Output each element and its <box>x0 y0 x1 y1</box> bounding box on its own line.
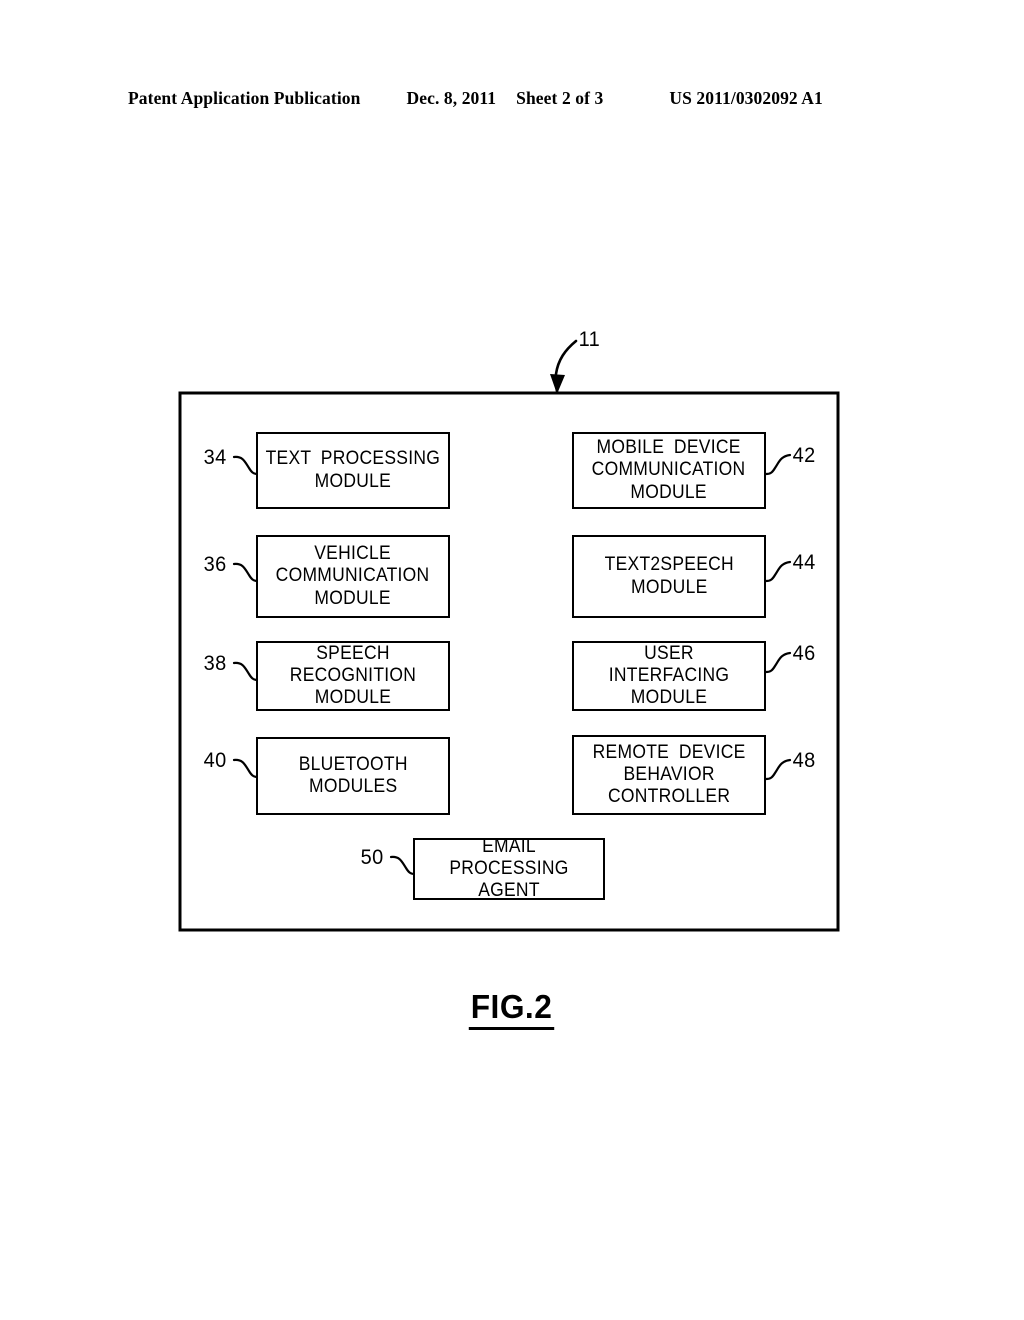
module-label-speech-recognition: SPEECH RECOGNITION MODULE <box>289 642 417 709</box>
leader-line-36 <box>232 562 260 583</box>
module-label-remote-device-behavior-controller: REMOTE DEVICE BEHAVIOR CONTROLLER <box>592 741 746 808</box>
module-box-remote-device-behavior-controller[interactable]: REMOTE DEVICE BEHAVIOR CONTROLLER <box>572 735 766 815</box>
module-label-bluetooth: BLUETOOTH MODULES <box>298 753 408 797</box>
module-label-vehicle-communication: VEHICLE COMMUNICATION MODULE <box>276 543 430 609</box>
module-box-vehicle-communication[interactable]: VEHICLE COMMUNICATION MODULE <box>256 535 450 618</box>
module-box-speech-recognition[interactable]: SPEECH RECOGNITION MODULE <box>256 641 450 711</box>
leader-arrowhead-11 <box>550 374 565 394</box>
ref-numeral-42: 42 <box>792 444 816 467</box>
module-label-text2speech: TEXT2SPEECH MODULE <box>604 554 734 598</box>
figure-caption-text: FIG.2 <box>469 988 555 1030</box>
ref-numeral-11: 11 <box>578 328 601 351</box>
module-label-email-processing-agent: EMAIL PROCESSING AGENT <box>449 835 569 902</box>
leader-line-44 <box>764 560 792 583</box>
ref-numeral-44: 44 <box>792 551 816 574</box>
figure-caption: FIG.2 <box>0 988 1024 1030</box>
ref-numeral-40: 40 <box>203 749 227 772</box>
figure-2-diagram: 11 TEXT PROCESSING MODULE 34 VEHICLE COM… <box>0 0 1024 1320</box>
module-box-text-processing[interactable]: TEXT PROCESSING MODULE <box>256 432 450 509</box>
ref-numeral-38: 38 <box>203 652 227 675</box>
ref-numeral-36: 36 <box>203 553 227 576</box>
leader-line-50 <box>389 855 417 876</box>
leader-line-40 <box>232 758 260 779</box>
ref-numeral-34: 34 <box>203 446 227 469</box>
leader-line-38 <box>232 661 260 682</box>
module-box-user-interfacing[interactable]: USER INTERFACING MODULE <box>572 641 766 711</box>
ref-numeral-50: 50 <box>360 846 384 869</box>
module-label-mobile-device-communication: MOBILE DEVICE COMMUNICATION MODULE <box>592 437 746 503</box>
leader-line-48 <box>764 758 792 781</box>
leader-line-34 <box>232 455 260 476</box>
module-label-user-interfacing: USER INTERFACING MODULE <box>608 642 730 709</box>
module-box-bluetooth[interactable]: BLUETOOTH MODULES <box>256 737 450 815</box>
module-box-mobile-device-communication[interactable]: MOBILE DEVICE COMMUNICATION MODULE <box>572 432 766 509</box>
leader-line-46 <box>764 651 792 674</box>
module-box-email-processing-agent[interactable]: EMAIL PROCESSING AGENT <box>413 835 605 902</box>
ref-numeral-48: 48 <box>792 749 816 772</box>
module-box-text2speech[interactable]: TEXT2SPEECH MODULE <box>572 535 766 618</box>
figure-vector-layer <box>178 339 840 932</box>
leader-line-42 <box>764 453 792 476</box>
module-label-text-processing: TEXT PROCESSING MODULE <box>265 448 441 492</box>
ref-numeral-46: 46 <box>792 642 816 665</box>
